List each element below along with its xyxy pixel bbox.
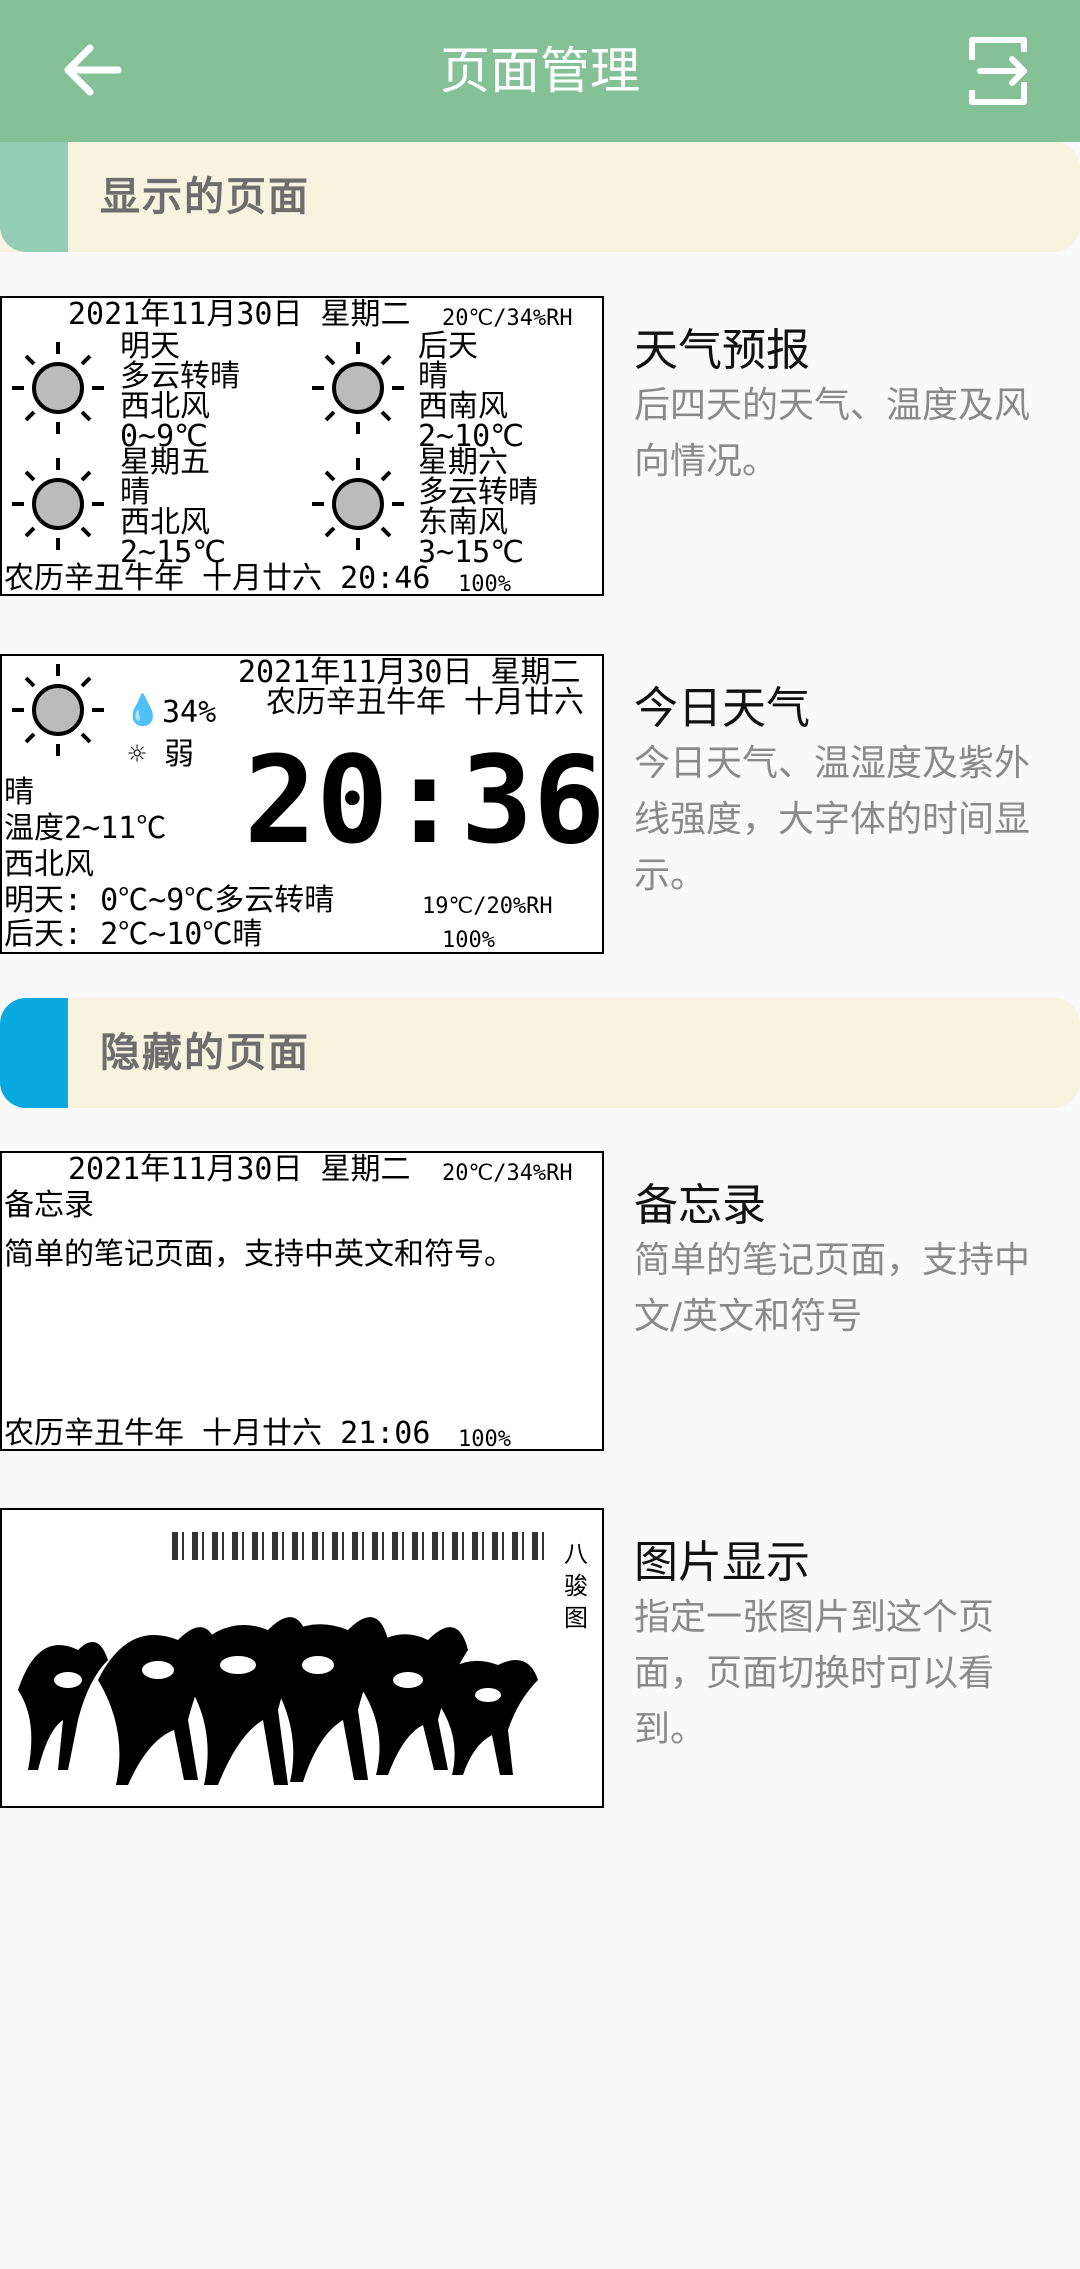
preview-time: 20:36 xyxy=(244,732,604,871)
forecast-day: 明天 xyxy=(120,329,180,364)
uv-sun-icon: ☼ xyxy=(128,737,147,772)
page-item-memo[interactable]: 2021年11月30日 星期二 20℃/34%RH 备忘录 简单的笔记页面，支持… xyxy=(0,1151,1080,1451)
preview-date: 2021年11月30日 星期二 xyxy=(238,655,581,690)
section-label: 隐藏的页面 xyxy=(100,1030,310,1076)
preview-memo: 2021年11月30日 星期二 20℃/34%RH 备忘录 简单的笔记页面，支持… xyxy=(0,1151,604,1451)
section-hidden-pages: 隐藏的页面 xyxy=(0,998,1080,1108)
preview-footer: 农历辛丑牛年 十月廿六 20:46 xyxy=(4,561,431,596)
preview-env: 20℃/34%RH xyxy=(442,1161,573,1186)
section-accent-bar xyxy=(0,998,68,1108)
forecast-wind: 西南风 xyxy=(418,389,508,424)
preview-env: 19℃/20%RH xyxy=(422,894,553,919)
forecast-wind: 西北风 xyxy=(120,505,210,540)
sun-icon xyxy=(312,458,404,550)
preview-battery: 100% xyxy=(442,928,495,953)
page-item-desc: 简单的笔记页面，支持中文/英文和符号 xyxy=(634,1240,1031,1337)
page-item-weather-forecast[interactable]: 2021年11月30日 星期二 20℃/34%RH 明天 多云转晴 西北风 0~… xyxy=(0,296,1080,596)
preview-lunar: 农历辛丑牛年 十月廿六 xyxy=(266,685,585,720)
page-item-desc: 今日天气、温湿度及紫外线强度，大字体的时间显示。 xyxy=(634,743,1031,896)
page-item-title: 今日天气 xyxy=(634,683,810,734)
forecast-day: 星期五 xyxy=(120,445,210,480)
page-item-picture[interactable]: 八骏图 图片显示 指定一张图片到这个页面，页面切换时可以看到。 xyxy=(0,1508,1080,1808)
page-item-desc: 后四天的天气、温度及风向情况。 xyxy=(634,385,1031,482)
sun-icon xyxy=(12,664,104,756)
preview-picture: 八骏图 xyxy=(0,1508,604,1808)
sun-icon xyxy=(12,458,104,550)
preview-battery: 100% xyxy=(458,572,511,596)
page-item-desc: 指定一张图片到这个页面，页面切换时可以看到。 xyxy=(634,1597,995,1750)
droplet-icon: 💧 xyxy=(124,693,162,728)
forecast-temp: 3~15℃ xyxy=(418,535,524,570)
preview-battery: 100% xyxy=(458,1427,511,1451)
forecast-day: 后天 xyxy=(418,329,478,364)
page-item-today-weather[interactable]: 2021年11月30日 星期二 农历辛丑牛年 十月廿六 💧 34% ☼ 弱 晴 … xyxy=(0,654,1080,954)
preview-footer: 农历辛丑牛年 十月廿六 21:06 xyxy=(4,1416,431,1451)
preview-wind: 西北风 xyxy=(4,847,94,882)
preview-today-weather: 2021年11月30日 星期二 农历辛丑牛年 十月廿六 💧 34% ☼ 弱 晴 … xyxy=(0,654,604,954)
section-accent-bar xyxy=(0,142,68,252)
export-icon[interactable] xyxy=(958,30,1040,112)
preview-tomorrow: 明天: 0℃~9℃多云转晴 xyxy=(4,883,335,918)
forecast-day: 星期六 xyxy=(418,445,508,480)
page-item-title: 天气预报 xyxy=(634,325,810,376)
app-bar: 页面管理 xyxy=(0,0,1080,142)
page-item-title: 图片显示 xyxy=(634,1537,810,1588)
section-label: 显示的页面 xyxy=(100,174,310,220)
preview-note-title: 备忘录 xyxy=(4,1188,94,1223)
preview-header: 2021年11月30日 星期二 xyxy=(68,1152,411,1187)
preview-humidity: 34% xyxy=(162,695,217,730)
horses-illustration xyxy=(18,1617,538,1785)
calligraphy-strip xyxy=(172,1532,552,1560)
preview-uv: 弱 xyxy=(164,737,194,772)
page-item-title: 备忘录 xyxy=(634,1180,766,1231)
forecast-wind: 西北风 xyxy=(120,389,210,424)
preview-header: 2021年11月30日 星期二 xyxy=(68,297,411,332)
preview-note-body: 简单的笔记页面，支持中英文和符号。 xyxy=(4,1237,514,1272)
page-title: 页面管理 xyxy=(440,42,640,100)
forecast-weather: 多云转晴 xyxy=(120,359,240,394)
section-shown-pages: 显示的页面 xyxy=(0,142,1080,252)
forecast-weather: 晴 xyxy=(120,475,150,510)
forecast-wind: 东南风 xyxy=(418,505,508,540)
preview-weather-forecast: 2021年11月30日 星期二 20℃/34%RH 明天 多云转晴 西北风 0~… xyxy=(0,296,604,596)
forecast-weather: 多云转晴 xyxy=(418,475,538,510)
preview-weather: 晴 xyxy=(4,775,34,810)
preview-temp: 温度2~11℃ xyxy=(4,811,167,846)
sun-icon xyxy=(312,342,404,434)
sun-icon xyxy=(12,342,104,434)
forecast-weather: 晴 xyxy=(418,359,448,394)
preview-after: 后天: 2℃~10℃晴 xyxy=(4,917,263,952)
